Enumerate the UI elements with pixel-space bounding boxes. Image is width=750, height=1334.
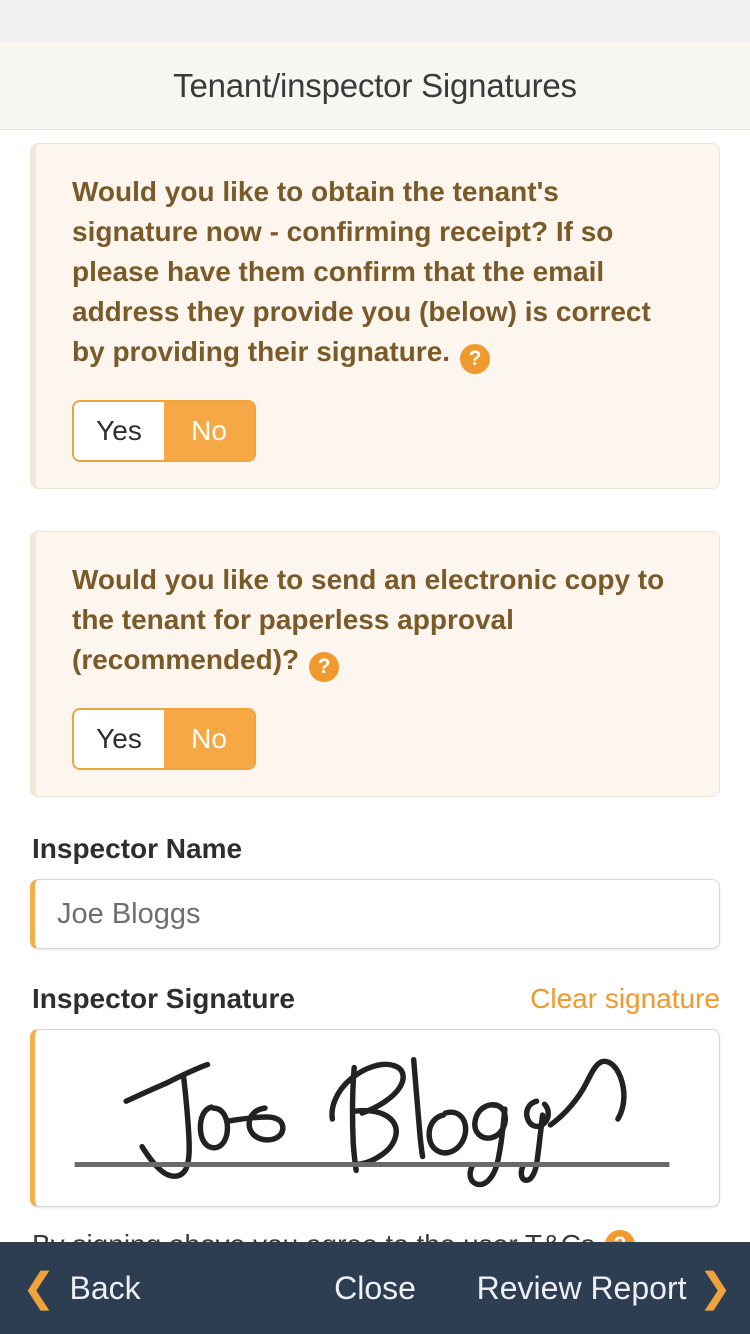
page-header: Tenant/inspector Signatures [0, 42, 750, 130]
question-mark-icon[interactable]: ? [460, 344, 491, 374]
close-button[interactable]: Close [334, 1270, 416, 1307]
toggle-option-yes[interactable]: Yes [74, 710, 164, 768]
question-mark-icon[interactable]: ? [604, 1230, 635, 1242]
yes-no-toggle-electronic-copy[interactable]: Yes No [72, 708, 256, 770]
question-text: Would you like to obtain the tenant's si… [72, 176, 651, 367]
review-report-button-label: Review Report [476, 1269, 687, 1306]
clear-signature-button[interactable]: Clear signature [530, 983, 720, 1015]
signatures-screen: Tenant/inspector Signatures Would you li… [0, 0, 750, 1334]
back-button[interactable]: ❮ Back [22, 1268, 141, 1308]
terms-row: By signing above you agree to the user T… [32, 1229, 750, 1242]
status-bar [0, 0, 750, 42]
toggle-option-no[interactable]: No [164, 402, 254, 460]
signature-canvas[interactable] [30, 1029, 720, 1207]
signature-drawing [74, 1056, 670, 1188]
chevron-right-icon: ❯ [698, 1266, 732, 1310]
question-text-block: Would you like to obtain the tenant's si… [72, 172, 685, 374]
close-button-label: Close [334, 1269, 416, 1306]
inspector-signature-header: Inspector Signature Clear signature [32, 983, 720, 1015]
question-mark-icon[interactable]: ? [309, 652, 340, 682]
inspector-name-label: Inspector Name [32, 833, 243, 864]
terms-text: By signing above you agree to the user T… [32, 1229, 595, 1242]
bottom-navigation-bar: ❮ Back Close Review Report ❯ [0, 1242, 750, 1334]
question-card-electronic-copy: Would you like to send an electronic cop… [30, 531, 720, 797]
inspector-name-input[interactable]: Joe Bloggs [30, 879, 720, 949]
review-report-button[interactable]: Review Report ❯ [477, 1268, 732, 1308]
page-title: Tenant/inspector Signatures [173, 66, 577, 104]
question-card-tenant-signature: Would you like to obtain the tenant's si… [30, 143, 720, 489]
inspector-name-value: Joe Bloggs [57, 897, 201, 930]
toggle-option-no[interactable]: No [164, 710, 254, 768]
inspector-signature-label: Inspector Signature [32, 983, 295, 1014]
question-text: Would you like to send an electronic cop… [72, 564, 665, 675]
back-button-label: Back [69, 1269, 141, 1306]
toggle-option-yes[interactable]: Yes [74, 402, 164, 460]
form-content: Would you like to obtain the tenant's si… [0, 131, 750, 1242]
chevron-left-icon: ❮ [22, 1266, 56, 1310]
question-text-block: Would you like to send an electronic cop… [72, 560, 685, 682]
yes-no-toggle-tenant-signature[interactable]: Yes No [72, 400, 256, 462]
